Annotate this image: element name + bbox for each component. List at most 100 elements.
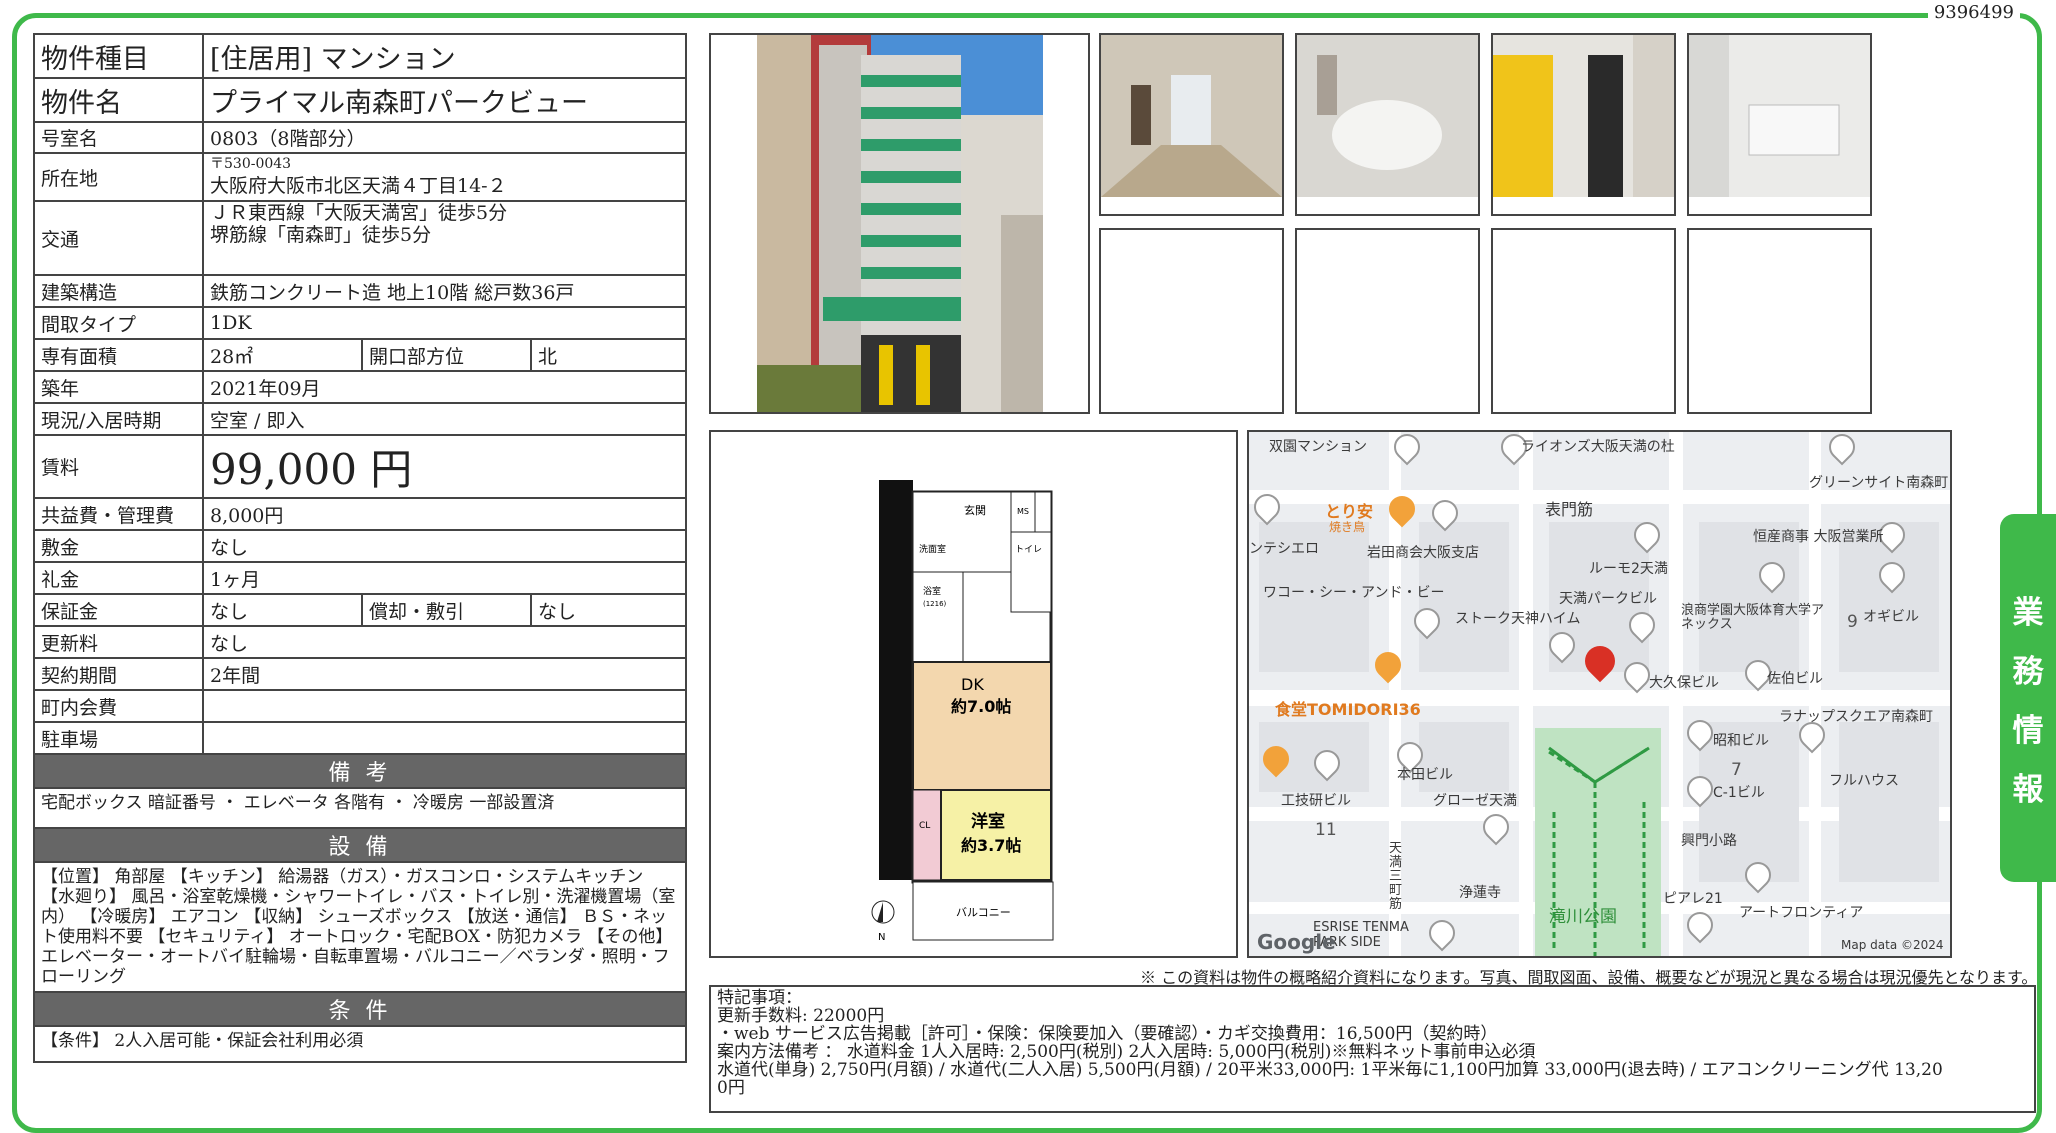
special-line: 特記事項： <box>717 988 802 1008</box>
special-line: 0円 <box>717 1078 745 1098</box>
map-label: 本田ビル <box>1397 767 1453 783</box>
fp-western-size: 約3.7帖 <box>961 836 1021 855</box>
area-value: 28㎡ <box>202 338 363 372</box>
map-label: ルーモ2天満 <box>1589 561 1668 577</box>
map-label: ワコー・シー・アンド・ビー <box>1263 585 1445 601</box>
fp-dk-size: 約7.0帖 <box>951 697 1011 716</box>
key-money-label: 礼金 <box>33 561 204 595</box>
deposit-value: なし <box>202 529 687 563</box>
map-block-number: 7 <box>1731 760 1742 780</box>
room-photo-image <box>1493 35 1674 197</box>
map-attribution: Map data ©2024 <box>1841 938 1944 952</box>
map-label: グローゼ天満 <box>1433 793 1517 809</box>
rent-value: 99,000 円 <box>202 434 687 499</box>
layout-value: 1DK <box>202 306 687 340</box>
guarantee-value: なし <box>202 593 363 627</box>
empty-photo-slot <box>1687 228 1872 414</box>
status-label: 現況/入居時期 <box>33 402 204 436</box>
special-line: 案内方法備考 ： 水道料金 1人入居時: 2,500円(税別) 2人入居時: 5… <box>717 1042 1536 1062</box>
rent-label: 賃料 <box>33 434 204 499</box>
special-line: ・web サービス広告掲載［許可］・保険：保険要加入（要確認）・カギ交換費用：1… <box>717 1024 1498 1044</box>
access-line: ＪＲ東西線「大阪天満宮」徒歩5分 <box>210 202 508 224</box>
property-spec-table: 物件種目 [住居用] マンション 物件名 プライマル南森町パークビュー 号室名 … <box>33 33 687 1063</box>
map-label: 大久保ビル <box>1649 675 1719 691</box>
structure-value: 鉄筋コンクリート造 地上10階 総戸数36戸 <box>202 274 687 308</box>
map-label: 岩田商会大阪支店 <box>1367 545 1479 561</box>
access-label: 交通 <box>33 200 204 276</box>
building-photo[interactable] <box>709 33 1090 414</box>
address-value: 大阪府大阪市北区天満４丁目14-２ <box>210 174 507 197</box>
side-tab-char: 報 <box>2012 772 2044 808</box>
fee-label: 共益費・管理費 <box>33 497 204 531</box>
map-label: 天満三町筋 <box>1389 841 1403 912</box>
access-line: 堺筋線「南森町」徒歩5分 <box>210 224 432 246</box>
map-block-number: 11 <box>1315 820 1337 840</box>
map-label: 双園マンション <box>1269 439 1367 455</box>
status-value: 空室 / 即入 <box>202 402 687 436</box>
map-label: ンテシエロ <box>1249 541 1319 557</box>
layout-label: 間取タイプ <box>33 306 204 340</box>
remarks-text: 宅配ボックス 暗証番号 ・ エレベータ 各階有 ・ 冷暖房 一部設置済 <box>33 787 687 829</box>
document-id: 9396499 <box>1927 2 2020 23</box>
side-tab-char: 務 <box>2012 654 2044 690</box>
fp-cl: CL <box>919 821 930 831</box>
map-label: 興門小路 <box>1681 833 1737 849</box>
map-label: ラナップスクエア南森町 <box>1779 709 1933 725</box>
map-block-number: 9 <box>1847 612 1858 632</box>
contract-value: 2年間 <box>202 657 687 691</box>
address-label: 所在地 <box>33 152 204 202</box>
renewal-value: なし <box>202 625 687 659</box>
room-photo-image <box>1101 35 1282 197</box>
side-tab-char: 業 <box>2012 595 2044 631</box>
fp-wash: 洗面室 <box>919 543 946 555</box>
map-label: 食堂TOMIDORI36 <box>1275 700 1421 719</box>
address-cell: 〒530-0043 大阪府大阪市北区天満４丁目14-２ <box>202 152 687 202</box>
map-label: 工技研ビル <box>1281 793 1351 809</box>
facing-value: 北 <box>530 338 687 372</box>
postal-code: 〒530-0043 <box>210 155 292 172</box>
room-photo-3[interactable] <box>1491 33 1676 216</box>
fp-toilet: トイレ <box>1015 545 1042 555</box>
town-fee-label: 町内会費 <box>33 689 204 723</box>
map-label: 浄蓮寺 <box>1459 885 1501 901</box>
map-label: ピアレ21 <box>1663 891 1723 907</box>
type-value: [住居用] マンション <box>202 33 687 79</box>
key-money-value: 1ヶ月 <box>202 561 687 595</box>
fp-entrance: 玄関 <box>964 503 986 517</box>
business-info-tab[interactable]: 業 務 情 報 <box>2000 514 2056 882</box>
access-cell: ＪＲ東西線「大阪天満宮」徒歩5分 堺筋線「南森町」徒歩5分 <box>202 200 687 276</box>
map-label: C-1ビル <box>1713 785 1765 801</box>
structure-label: 建築構造 <box>33 274 204 308</box>
map-label: 焼き鳥 <box>1329 520 1366 534</box>
facing-label: 開口部方位 <box>361 338 532 372</box>
empty-photo-slot <box>1295 228 1480 414</box>
empty-photo-slot <box>1099 228 1284 414</box>
renewal-label: 更新料 <box>33 625 204 659</box>
built-label: 築年 <box>33 370 204 404</box>
room-photo-1[interactable] <box>1099 33 1284 216</box>
map-label: 佐伯ビル <box>1767 671 1823 687</box>
map-label: 恒産商事 大阪営業所 <box>1753 529 1884 545</box>
floor-plan[interactable]: 玄関 MS 洗面室 トイレ 浴室 (1216) DK 約7.0帖 CL 洋室 約… <box>709 430 1238 958</box>
fp-western: 洋室 <box>971 811 1005 832</box>
room-value: 0803（8階部分） <box>202 121 687 154</box>
name-label: 物件名 <box>33 77 204 123</box>
amortization-value: なし <box>530 593 687 627</box>
contract-label: 契約期間 <box>33 657 204 691</box>
special-line: 更新手数料: 22000円 <box>717 1006 885 1026</box>
map-label: 昭和ビル <box>1713 733 1769 749</box>
fp-ms: MS <box>1017 507 1029 516</box>
conditions-text: 【条件】 2人入居可能・保証会社利用必須 <box>33 1025 687 1063</box>
room-photo-2[interactable] <box>1295 33 1480 216</box>
fp-balcony: バルコニー <box>956 906 1011 919</box>
room-photo-4[interactable] <box>1687 33 1872 216</box>
town-fee-value <box>202 689 687 723</box>
type-label: 物件種目 <box>33 33 204 79</box>
map-label: アートフロンティア <box>1739 905 1864 921</box>
location-map[interactable]: 双園マンション ライオンズ大阪天満の杜 グリーンサイト南森町 表門筋 とり安 焼… <box>1247 430 1952 958</box>
amortization-label: 償却・敷引 <box>361 593 532 627</box>
map-label: 表門筋 <box>1545 500 1594 519</box>
equipment-header: 設 備 <box>33 827 687 863</box>
empty-photo-slot <box>1491 228 1676 414</box>
remarks-header: 備 考 <box>33 753 687 789</box>
